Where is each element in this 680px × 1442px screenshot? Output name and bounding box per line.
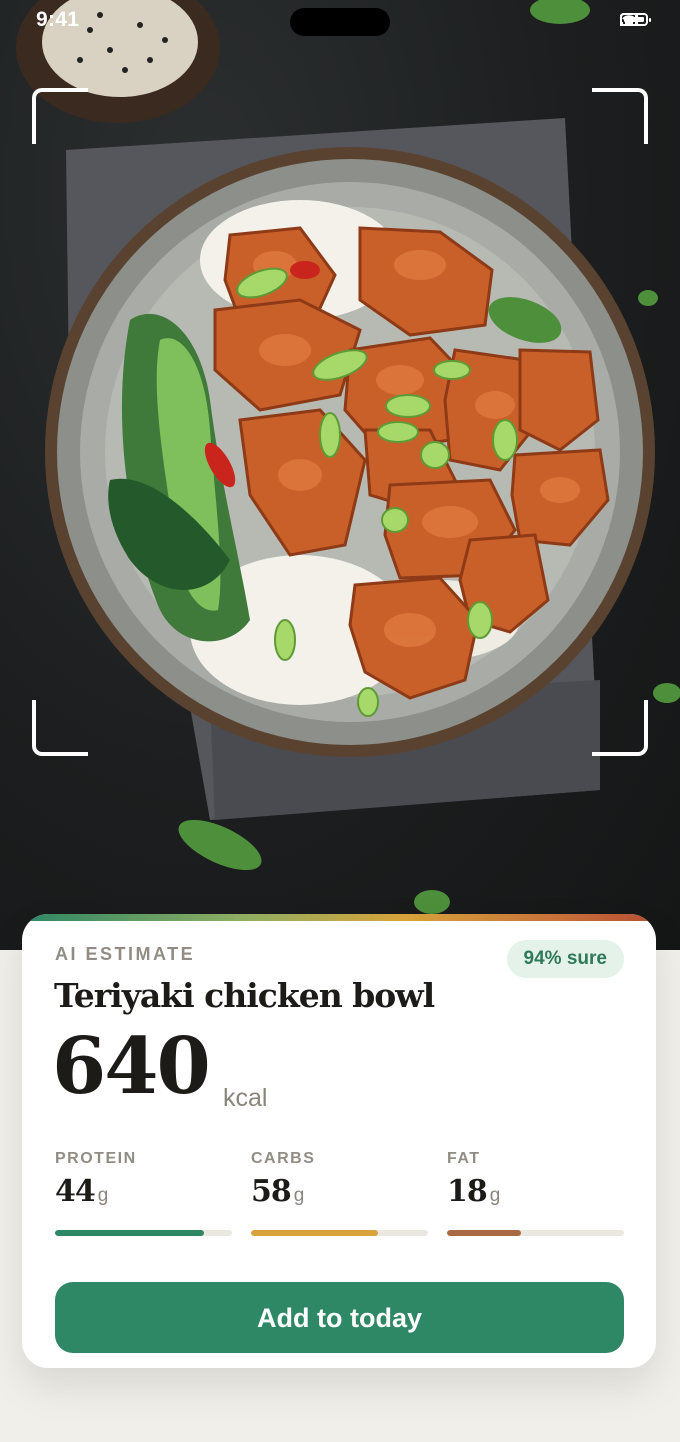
macro-bar [447,1230,624,1236]
macro-fat: FAT 18 g [447,1150,624,1236]
macro-label: PROTEIN [55,1150,137,1167]
scan-corner-bottom-left [32,700,88,756]
macro-bar-fill [251,1230,379,1236]
food-photo: 9:41 [0,0,680,950]
macro-protein: PROTEIN 44 g [55,1150,232,1236]
macro-label: CARBS [251,1150,316,1167]
macro-carbs: CARBS 58 g [251,1150,428,1236]
status-time: 9:41 [36,8,80,31]
macro-unit: g [489,1185,501,1206]
calorie-unit: kcal [223,1084,268,1112]
calorie-value: 640 [52,1021,211,1112]
card-accent-strip [22,914,656,921]
ai-estimate-label: AI ESTIMATE [55,944,196,964]
dish-name: Teriyaki chicken bowl [54,976,435,1015]
macro-unit: g [97,1185,109,1206]
scan-corner-bottom-right [592,700,648,756]
dynamic-island [290,8,390,36]
status-icons [620,13,651,26]
macro-label: FAT [447,1150,481,1167]
macro-value: 44 [55,1174,96,1209]
macro-unit: g [293,1185,305,1206]
macro-value: 58 [251,1174,292,1209]
macro-bar-fill [55,1230,204,1236]
scan-corner-top-left [32,88,88,144]
macro-value: 18 [447,1174,488,1209]
macro-bar-fill [447,1230,522,1236]
estimate-card: AI ESTIMATE 94% sure Teriyaki chicken bo… [22,914,656,1368]
scan-corner-top-right [592,88,648,144]
food-photo-illustration [16,0,680,914]
battery-icon [620,13,651,26]
macro-bar [251,1230,428,1236]
add-to-today-button[interactable]: Add to today [55,1282,624,1353]
confidence-badge: 94% sure [506,940,624,978]
macro-bar [55,1230,232,1236]
